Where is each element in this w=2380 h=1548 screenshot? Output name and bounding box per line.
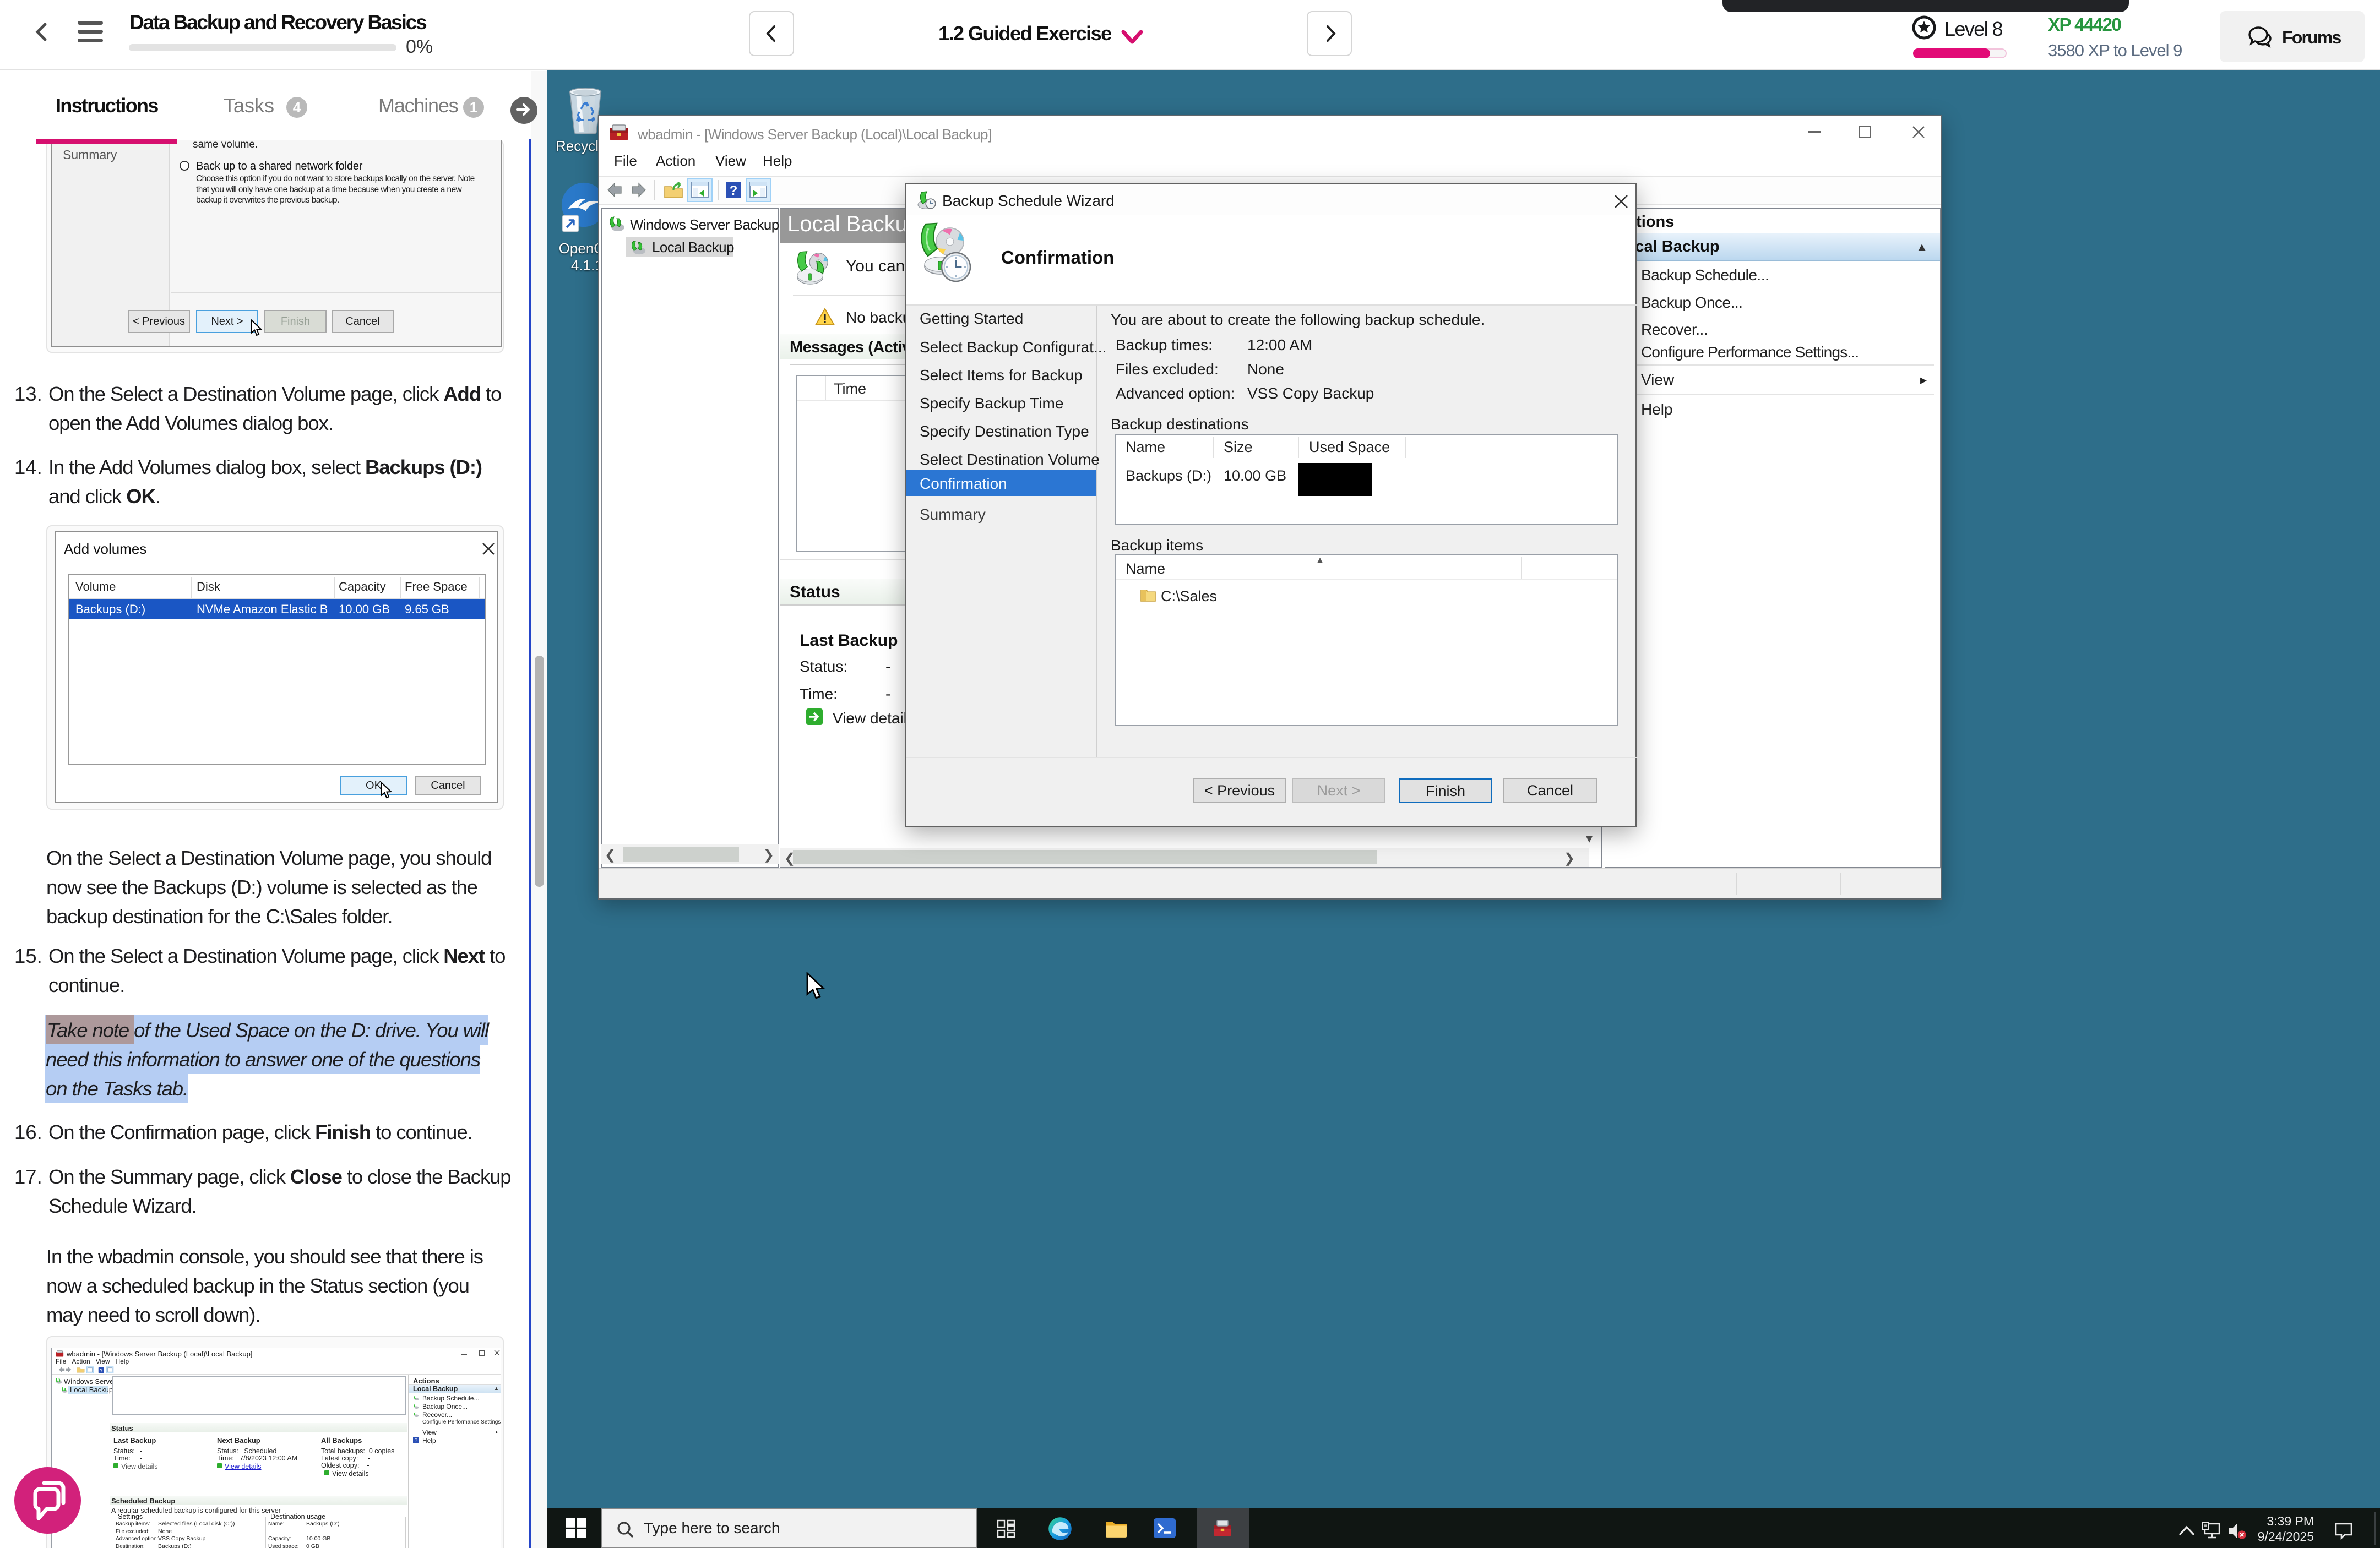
svg-text:?: ?	[100, 1367, 102, 1373]
svg-text:?: ?	[730, 183, 738, 198]
